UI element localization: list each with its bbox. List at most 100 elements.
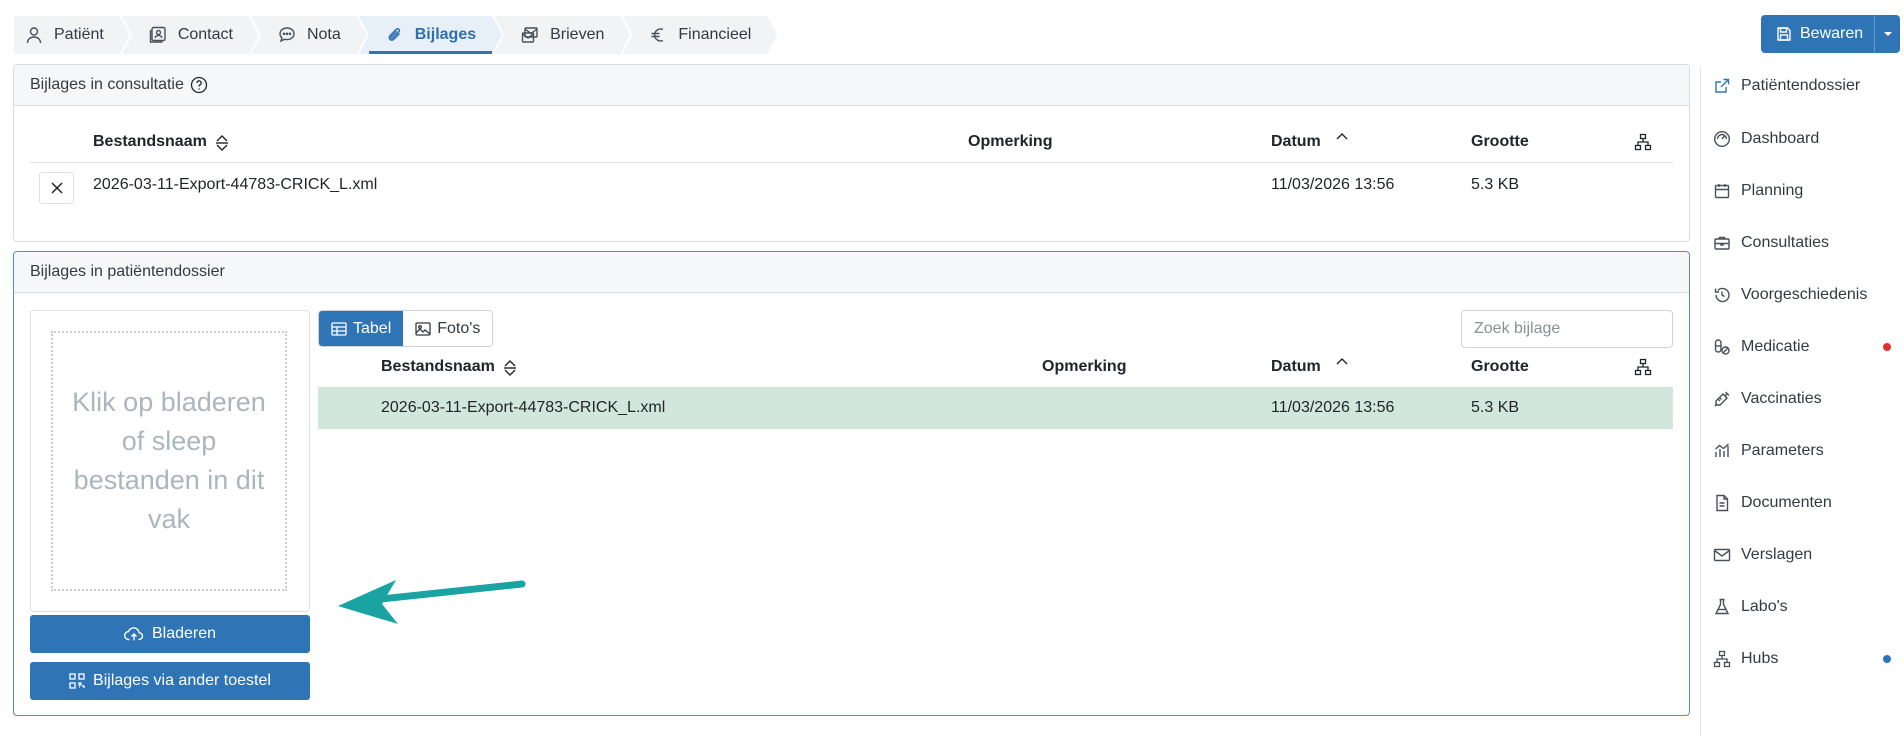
col-header-size[interactable]: Grootte xyxy=(1471,133,1529,151)
col-header-date[interactable]: Datum xyxy=(1271,133,1321,151)
notification-dot xyxy=(1883,655,1891,663)
row-date: 11/03/2026 13:56 xyxy=(1271,176,1395,193)
column-chooser-icon[interactable] xyxy=(1634,358,1652,376)
tab-patient[interactable]: Patiënt xyxy=(14,16,130,54)
tab-nota[interactable]: Nota xyxy=(251,16,367,54)
sort-both-icon[interactable] xyxy=(214,134,230,152)
syringe-icon xyxy=(1714,391,1730,407)
sidebar-item-medicatie[interactable]: Medicatie xyxy=(1713,335,1893,359)
help-icon[interactable] xyxy=(190,76,208,94)
euro-icon xyxy=(648,25,668,45)
tab-label: Financieel xyxy=(678,26,752,43)
right-sidebar: Patiëntendossier Dashboard Planning Cons… xyxy=(1700,66,1904,736)
panel-header: Bijlages in consultatie xyxy=(14,65,1689,106)
chart-icon xyxy=(1715,443,1729,457)
row-date: 11/03/2026 13:56 xyxy=(1271,399,1395,416)
sidebar-item-label: Dashboard xyxy=(1741,130,1820,147)
col-header-size[interactable]: Grootte xyxy=(1471,358,1529,376)
document-icon xyxy=(1716,494,1729,512)
tab-label: Nota xyxy=(306,26,341,43)
sidebar-item-label: Parameters xyxy=(1741,442,1824,459)
calendar-icon xyxy=(1714,184,1730,199)
sort-asc-icon[interactable] xyxy=(1334,357,1350,367)
save-label: Bewaren xyxy=(1800,25,1864,42)
row-filename: 2026-03-11-Export-44783-CRICK_L.xml xyxy=(93,176,378,193)
sidebar-item-label: Medicatie xyxy=(1741,338,1810,355)
table-view-label: Tabel xyxy=(353,319,392,337)
column-chooser-icon[interactable] xyxy=(1634,133,1652,151)
sidebar-item-planning[interactable]: Planning xyxy=(1713,179,1893,203)
user-icon xyxy=(24,25,44,45)
letters-icon xyxy=(520,25,540,45)
file-dropzone[interactable]: Klik op bladeren of sleep bestanden in d… xyxy=(51,331,287,591)
tab-brieven[interactable]: Brieven xyxy=(494,16,630,54)
save-button[interactable]: Bewaren xyxy=(1761,15,1900,53)
remove-attachment-button[interactable] xyxy=(39,172,74,204)
photos-view-button[interactable]: Foto's xyxy=(403,311,493,346)
pills-icon xyxy=(1714,339,1730,355)
cloud-upload-icon xyxy=(124,627,144,641)
sidebar-item-patientendossier[interactable]: Patiëntendossier xyxy=(1713,74,1893,98)
briefcase-icon xyxy=(1714,236,1730,250)
sidebar-item-verslagen[interactable]: Verslagen xyxy=(1713,543,1893,567)
search-attachment-input[interactable] xyxy=(1461,310,1673,348)
col-header-remark[interactable]: Opmerking xyxy=(968,133,1052,151)
sidebar-item-label: Vaccinaties xyxy=(1741,390,1822,407)
flask-icon xyxy=(1714,598,1730,615)
notification-dot xyxy=(1883,343,1891,351)
caret-down-icon xyxy=(1883,32,1892,36)
row-size: 5.3 KB xyxy=(1471,176,1520,193)
sidebar-item-label: Consultaties xyxy=(1741,234,1830,251)
envelope-icon xyxy=(1713,548,1731,562)
sidebar-item-consultaties[interactable]: Consultaties xyxy=(1713,231,1893,255)
col-header-filename[interactable]: Bestandsnaam xyxy=(381,358,495,376)
sidebar-item-vaccinaties[interactable]: Vaccinaties xyxy=(1713,387,1893,411)
sidebar-item-voorgeschiedenis[interactable]: Voorgeschiedenis xyxy=(1713,283,1893,307)
browse-label: Bladeren xyxy=(151,625,217,642)
browse-button[interactable]: Bladeren xyxy=(30,615,310,653)
sidebar-item-dashboard[interactable]: Dashboard xyxy=(1713,127,1893,151)
row-size: 5.3 KB xyxy=(1471,399,1520,416)
consult-attachments-panel: Bijlages in consultatie xyxy=(13,64,1690,242)
panel-title: Bijlages in patiëntendossier xyxy=(30,263,225,280)
sidebar-item-label: Voorgeschiedenis xyxy=(1741,286,1868,303)
col-header-date[interactable]: Datum xyxy=(1271,358,1321,376)
tab-contact[interactable]: Contact xyxy=(122,16,259,54)
dashboard-icon xyxy=(1713,130,1731,148)
view-toggle: Tabel Foto's xyxy=(318,310,494,347)
tab-financieel[interactable]: Financieel xyxy=(622,16,777,54)
panel-title: Bijlages in consultatie xyxy=(30,76,184,93)
sidebar-item-label: Planning xyxy=(1741,182,1804,199)
tab-label: Contact xyxy=(177,26,233,43)
sort-both-icon[interactable] xyxy=(502,359,518,377)
qr-code-icon xyxy=(69,673,85,689)
other-device-button[interactable]: Bijlages via ander toestel xyxy=(30,662,310,700)
sidebar-item-label: Documenten xyxy=(1741,494,1832,511)
floppy-icon xyxy=(1777,27,1791,41)
save-dropdown-toggle[interactable] xyxy=(1874,15,1900,53)
tab-bar: Patiënt Contact Nota Bijlages Brieven Fi… xyxy=(14,16,769,54)
row-filename: 2026-03-11-Export-44783-CRICK_L.xml xyxy=(381,399,666,416)
chat-icon xyxy=(277,25,297,45)
sidebar-item-documenten[interactable]: Documenten xyxy=(1713,491,1893,515)
sidebar-item-hubs[interactable]: Hubs xyxy=(1713,647,1893,671)
table-view-button[interactable]: Tabel xyxy=(319,311,404,346)
external-link-icon xyxy=(1715,78,1730,93)
arrow-annotation xyxy=(338,580,526,624)
dropzone-container: Klik op bladeren of sleep bestanden in d… xyxy=(30,310,310,612)
contact-card-icon xyxy=(148,25,168,45)
table-row[interactable]: 2026-03-11-Export-44783-CRICK_L.xml 11/0… xyxy=(318,387,1673,429)
tab-bijlages[interactable]: Bijlages xyxy=(359,16,502,54)
image-icon xyxy=(415,321,431,336)
sidebar-item-labos[interactable]: Labo's xyxy=(1713,595,1893,619)
sidebar-item-label: Verslagen xyxy=(1741,546,1813,563)
col-header-remark[interactable]: Opmerking xyxy=(1042,358,1126,376)
photos-view-label: Foto's xyxy=(437,319,481,337)
sidebar-item-label: Hubs xyxy=(1741,650,1779,667)
sort-asc-icon[interactable] xyxy=(1334,132,1350,142)
save-main[interactable]: Bewaren xyxy=(1761,15,1874,53)
col-header-filename[interactable]: Bestandsnaam xyxy=(93,133,207,151)
table-header-divider xyxy=(30,162,1673,163)
sidebar-item-parameters[interactable]: Parameters xyxy=(1713,439,1893,463)
tab-label: Patiënt xyxy=(54,26,104,43)
